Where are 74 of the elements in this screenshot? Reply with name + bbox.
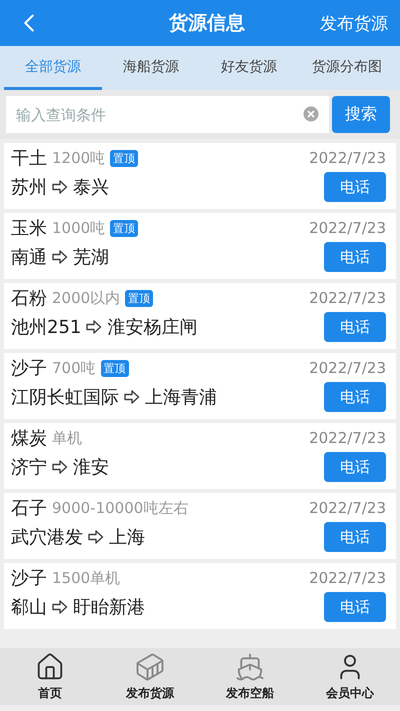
listing-date: 2022/7/23 (309, 149, 386, 167)
call-button[interactable]: 电话 (324, 312, 386, 342)
origin: 武穴港发 (11, 526, 83, 549)
publish-link[interactable]: 发布货源 (320, 12, 388, 34)
arrow-icon (52, 250, 68, 264)
listing-card[interactable]: 沙子 700吨 置顶 2022/7/23 江阴长虹国际 上海青浦 电话 (4, 353, 396, 419)
destination: 上海 (109, 526, 145, 549)
destination: 芜湖 (73, 246, 109, 269)
destination: 上海青浦 (145, 386, 217, 409)
origin: 济宁 (11, 456, 47, 479)
cargo-amount: 1200吨 (52, 148, 106, 168)
cargo-name: 玉米 (11, 217, 47, 240)
cargo-name: 干土 (11, 147, 47, 170)
nav-item[interactable]: 发布空船 (200, 648, 300, 705)
call-button[interactable]: 电话 (324, 522, 386, 552)
origin: 江阴长虹国际 (11, 386, 119, 409)
pinned-tag: 置顶 (110, 220, 138, 236)
nav-item[interactable]: 发布货源 (100, 648, 200, 705)
cargo-name: 煤炭 (11, 427, 47, 450)
ship-icon (235, 652, 265, 682)
arrow-icon (124, 390, 140, 404)
listing-card[interactable]: 石子 9000-10000吨左右 2022/7/23 武穴港发 上海 电话 (4, 493, 396, 559)
listing-date: 2022/7/23 (309, 289, 386, 307)
cargo-amount: 9000-10000吨左右 (52, 498, 188, 518)
call-button[interactable]: 电话 (324, 452, 386, 482)
origin: 池州251 (11, 316, 82, 339)
listing-date: 2022/7/23 (309, 569, 386, 587)
listing-date: 2022/7/23 (309, 359, 386, 377)
page-title: 货源信息 (169, 11, 245, 36)
search-button[interactable]: 搜索 (332, 96, 390, 133)
tab[interactable]: 货源分布图 (298, 46, 396, 90)
listing-card[interactable]: 玉米 1000吨 置顶 2022/7/23 南通 芜湖 电话 (4, 213, 396, 279)
tab[interactable]: 海船货源 (102, 46, 200, 90)
cargo-name: 沙子 (11, 357, 47, 380)
container-icon (135, 652, 165, 682)
pinned-tag: 置顶 (110, 150, 138, 166)
cargo-name: 石粉 (11, 287, 47, 310)
call-button[interactable]: 电话 (324, 592, 386, 622)
call-button[interactable]: 电话 (324, 242, 386, 272)
home-icon (35, 652, 65, 682)
cargo-amount: 700吨 (52, 358, 96, 378)
tab[interactable]: 好友货源 (200, 46, 298, 90)
pinned-tag: 置顶 (125, 290, 154, 306)
origin: 苏州 (11, 176, 47, 199)
origin: 郗山 (11, 596, 47, 619)
arrow-icon (52, 600, 68, 614)
origin: 南通 (11, 246, 47, 269)
listing-date: 2022/7/23 (309, 499, 386, 517)
listing-card[interactable]: 干土 1200吨 置顶 2022/7/23 苏州 泰兴 电话 (4, 143, 396, 209)
listing-card[interactable]: 石粉 2000以内 置顶 2022/7/23 池州251 淮安杨庄闸 电话 (4, 283, 396, 349)
cargo-amount: 单机 (52, 428, 82, 448)
arrow-icon (88, 530, 104, 544)
listing-card[interactable]: 沙子 1500单机 2022/7/23 郗山 盱眙新港 电话 (4, 563, 396, 629)
nav-item[interactable]: 会员中心 (300, 648, 400, 705)
call-button[interactable]: 电话 (324, 382, 386, 412)
cargo-amount: 2000以内 (52, 288, 120, 308)
nav-item[interactable]: 首页 (0, 648, 100, 705)
cargo-name: 石子 (11, 497, 47, 520)
arrow-icon (52, 460, 68, 474)
listing-date: 2022/7/23 (309, 429, 386, 447)
search-field[interactable]: 输入查询条件 (6, 96, 329, 133)
cargo-name: 沙子 (11, 567, 47, 590)
listing-date: 2022/7/23 (309, 219, 386, 237)
listing-card[interactable]: 煤炭 单机 2022/7/23 济宁 淮安 电话 (4, 423, 396, 489)
destination: 盱眙新港 (73, 596, 145, 619)
cargo-amount: 1000吨 (52, 218, 106, 238)
arrow-icon (52, 180, 68, 194)
destination: 泰兴 (73, 176, 109, 199)
destination: 淮安 (73, 456, 109, 479)
cargo-amount: 1500单机 (52, 568, 120, 588)
call-button[interactable]: 电话 (324, 172, 386, 202)
arrow-icon (86, 320, 102, 334)
pinned-tag: 置顶 (100, 360, 129, 376)
destination: 淮安杨庄闸 (107, 316, 198, 339)
